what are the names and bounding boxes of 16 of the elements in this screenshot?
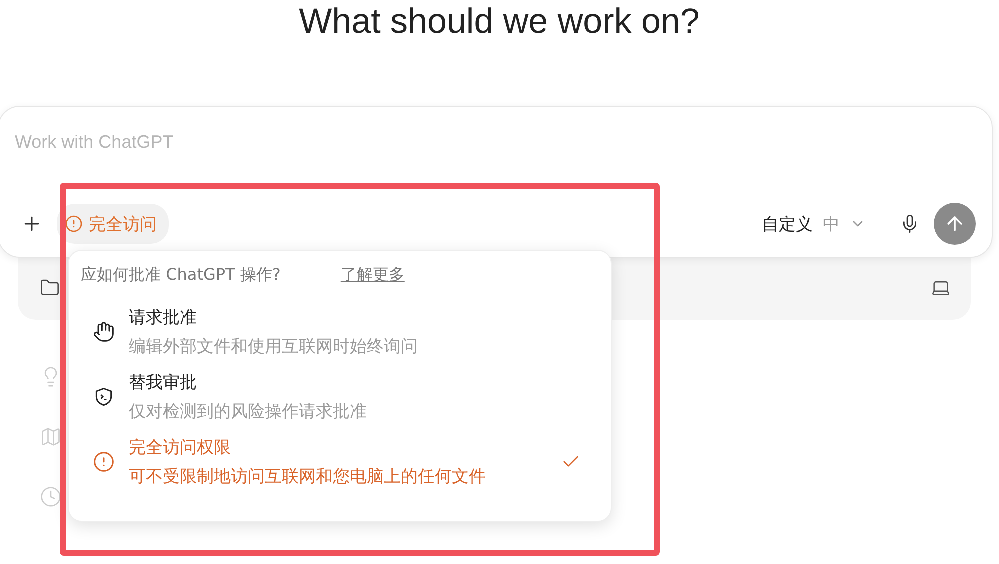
clock-icon [40, 486, 62, 508]
menu-question: 应如何批准 ChatGPT 操作? [81, 265, 281, 286]
warning-icon [65, 215, 83, 233]
approval-option[interactable]: 请求批准 编辑外部文件和使用互联网时始终询问 [81, 300, 599, 365]
prompt-input[interactable]: Work with ChatGPT [13, 131, 617, 154]
map-icon [40, 426, 62, 448]
warning-icon [93, 451, 115, 473]
folder-icon[interactable] [40, 278, 60, 298]
model-selector[interactable]: 自定义 中 [762, 212, 866, 236]
send-button[interactable] [934, 203, 976, 245]
page-heading: What should we work on? [298, 1, 701, 43]
learn-more-link[interactable]: 了解更多 [340, 265, 405, 286]
hand-icon [93, 321, 115, 343]
approval-option[interactable]: 完全访问权限 可不受限制地访问互联网和您电脑上的任何文件 [81, 430, 599, 495]
shield-terminal-icon [93, 386, 115, 408]
approval-option[interactable]: 替我审批 仅对检测到的风险操作请求批准 [81, 365, 599, 430]
